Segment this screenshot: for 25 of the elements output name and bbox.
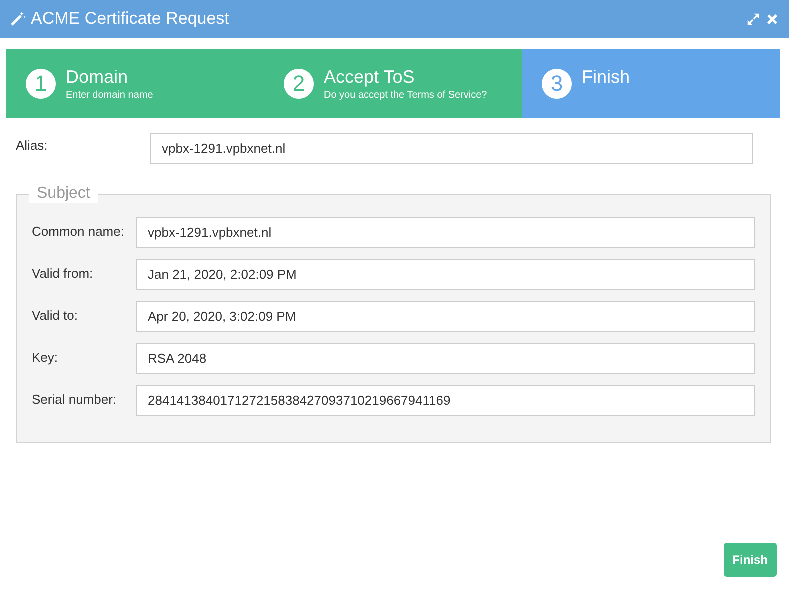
alias-field[interactable]: vpbx-1291.vpbxnet.nl [150,133,753,164]
field-label: Valid from: [32,266,94,281]
text-field[interactable]: Apr 20, 2020, 3:02:09 PM [136,301,755,332]
window-title: ACME Certificate Request [31,9,230,29]
text-field[interactable]: Jan 21, 2020, 2:02:09 PM [136,259,755,290]
step-subtitle: Enter domain name [66,90,154,101]
step-subtitle: Do you accept the Terms of Service? [324,90,488,101]
step-title: Finish [582,67,630,88]
step-number: 1 [26,69,56,99]
expand-icon[interactable] [746,12,761,26]
step-title: Domain [66,67,130,88]
step-number: 2 [284,69,314,99]
close-icon[interactable] [766,12,779,26]
text-field[interactable]: 284141384017127215838427093710219667941169 [136,385,755,416]
text-field[interactable]: RSA 2048 [136,343,755,374]
step-number: 3 [542,69,572,99]
field-label: Serial number: [32,392,118,407]
field-label: Common name: [32,224,126,239]
field-label: Key: [32,350,60,365]
text-field[interactable]: vpbx-1291.vpbxnet.nl [136,217,755,248]
magic-wand-icon [10,11,26,27]
panel-legend: Subject [29,185,98,203]
step-title: Accept ToS [324,67,416,88]
field-label: Alias: [16,138,49,153]
field-label: Valid to: [32,308,80,323]
